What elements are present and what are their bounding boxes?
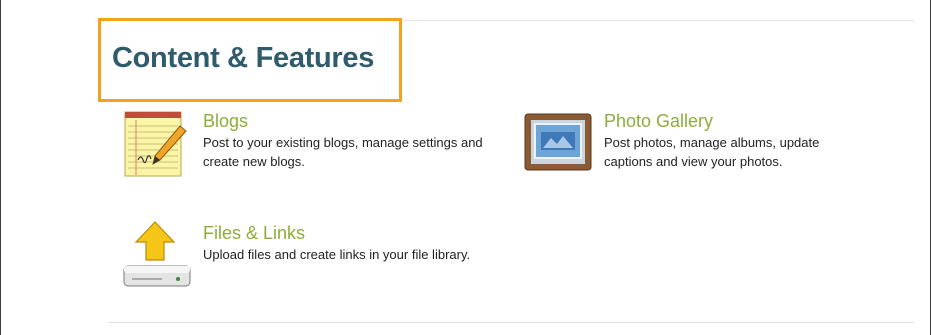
feature-files-links[interactable]: Files & Links Upload files and create li… (122, 220, 502, 300)
feature-photo-gallery[interactable]: Photo Gallery Post photos, manage albums… (523, 108, 863, 188)
notepad-pencil-icon[interactable] (122, 108, 192, 178)
feature-blogs[interactable]: Blogs Post to your existing blogs, manag… (122, 108, 502, 188)
divider-bottom (108, 322, 914, 323)
feature-description-blogs: Post to your existing blogs, manage sett… (203, 135, 483, 169)
feature-title-files-links[interactable]: Files & Links (203, 223, 305, 244)
upload-drive-icon[interactable] (122, 220, 192, 290)
section-title: Content & Features (112, 42, 375, 74)
feature-title-photo-gallery[interactable]: Photo Gallery (604, 111, 713, 132)
photo-album-icon[interactable] (523, 108, 593, 178)
feature-description-photo-gallery: Post photos, manage albums, update capti… (604, 135, 820, 169)
feature-description-files-links: Upload files and create links in your fi… (203, 247, 471, 262)
feature-title-blogs[interactable]: Blogs (203, 111, 248, 132)
